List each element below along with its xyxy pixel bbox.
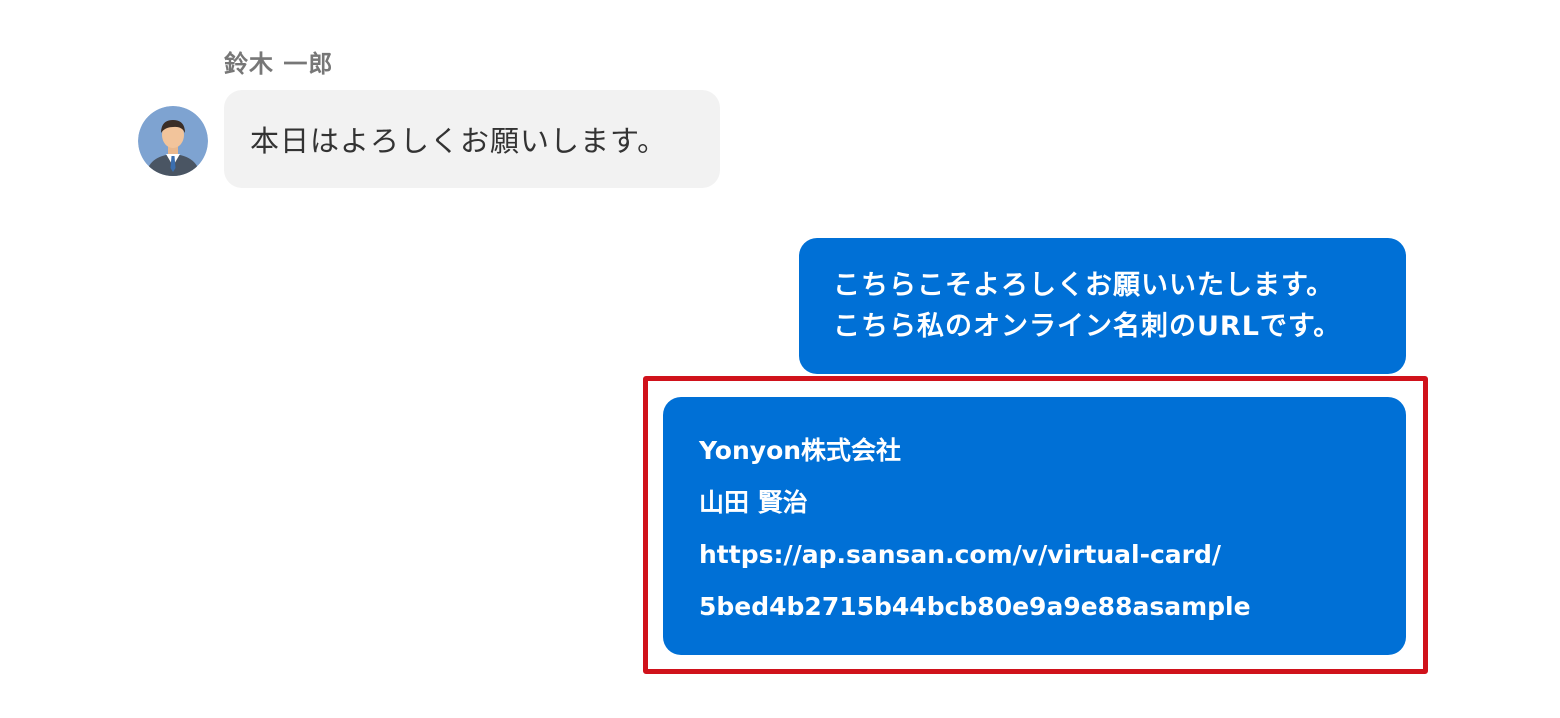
sender-name: 鈴木 一郎 — [224, 50, 334, 78]
incoming-message-bubble[interactable]: 本日はよろしくお願いします。 — [224, 90, 720, 188]
person-avatar-icon[interactable] — [138, 106, 208, 176]
outgoing-message-line: こちらこそよろしくお願いいたします。 — [833, 270, 1335, 301]
incoming-message-text: 本日はよろしくお願いします。 — [250, 124, 668, 158]
outgoing-message-line: こちら私のオンライン名刺のURLです。 — [833, 311, 1342, 342]
card-person-name: 山田 賢治 — [699, 488, 808, 517]
chat-screen: 鈴木 一郎 本日はよろしくお願いします。 こちらこそよろしくお願いいたします。 … — [0, 0, 1560, 718]
business-card-message-bubble[interactable]: Yonyon株式会社 山田 賢治 https://ap.sansan.com/v… — [663, 397, 1406, 655]
card-url-link[interactable]: https://ap.sansan.com/v/virtual-card/ — [699, 529, 1370, 581]
card-company-name: Yonyon株式会社 — [699, 436, 902, 465]
card-url-link-continued[interactable]: 5bed4b2715b44bcb80e9a9e88asample — [699, 581, 1370, 633]
outgoing-message-bubble[interactable]: こちらこそよろしくお願いいたします。 こちら私のオンライン名刺のURLです。 — [799, 238, 1406, 374]
